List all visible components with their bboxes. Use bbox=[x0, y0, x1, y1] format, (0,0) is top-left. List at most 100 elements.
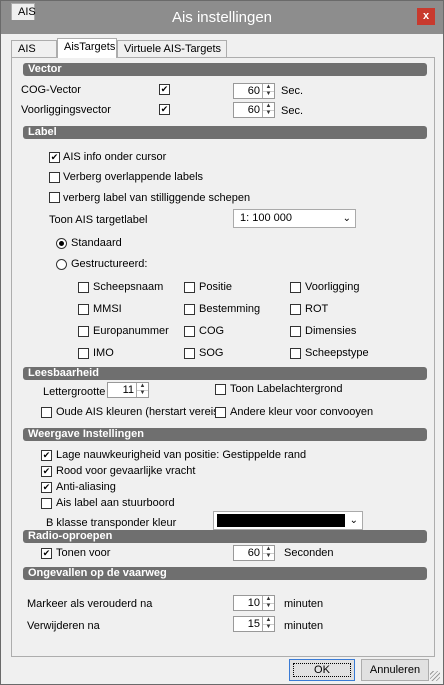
section-leesbaarheid: Leesbaarheid bbox=[23, 367, 427, 380]
field-label: Bestemming bbox=[199, 303, 261, 315]
field-label: Europanummer bbox=[93, 325, 169, 337]
verwijderen-unit: minuten bbox=[284, 620, 324, 632]
tonen-voor-stepper[interactable]: 60 ▲ ▼ bbox=[233, 545, 275, 561]
spin-down-icon[interactable]: ▼ bbox=[263, 624, 274, 631]
spin-down-icon[interactable]: ▼ bbox=[137, 390, 148, 397]
verberg-overlap-checkbox[interactable] bbox=[49, 172, 60, 183]
field-checkbox[interactable] bbox=[290, 348, 301, 359]
lettergrootte-value: 11 bbox=[122, 384, 134, 396]
toon-labelachtergrond-checkbox[interactable] bbox=[215, 384, 226, 395]
spin-down-icon[interactable]: ▼ bbox=[263, 110, 274, 117]
cancel-button[interactable]: Annuleren bbox=[361, 659, 429, 681]
markeer-stepper[interactable]: 10 ▲ ▼ bbox=[233, 595, 275, 611]
chevron-down-icon: ⌄ bbox=[349, 515, 358, 526]
field-label: Voorligging bbox=[305, 281, 360, 293]
field-checkbox[interactable] bbox=[78, 304, 89, 315]
field-checkbox[interactable] bbox=[184, 304, 195, 315]
verwijderen-label: Verwijderen na bbox=[27, 620, 100, 632]
tonen-voor-checkbox[interactable] bbox=[41, 548, 52, 559]
weergave-checkbox[interactable] bbox=[41, 466, 52, 477]
ais-info-checkbox[interactable] bbox=[49, 152, 60, 163]
field-label: MMSI bbox=[93, 303, 122, 315]
markeer-value: 10 bbox=[247, 597, 260, 609]
weergave-label: Lage nauwkeurigheid van positie: Gestipp… bbox=[56, 449, 307, 461]
weergave-label: Ais label aan stuurboord bbox=[56, 497, 175, 509]
section-vector: Vector bbox=[23, 63, 427, 76]
cog-vector-value: 60 bbox=[247, 85, 260, 97]
voorligging-vector-label: Voorliggingsvector bbox=[21, 104, 111, 116]
voorligging-vector-checkbox[interactable] bbox=[159, 104, 170, 115]
field-label: ROT bbox=[305, 303, 329, 315]
field-checkbox[interactable] bbox=[78, 348, 89, 359]
field-checkbox[interactable] bbox=[290, 304, 301, 315]
field-label: Dimensies bbox=[305, 325, 357, 337]
voorligging-vector-stepper[interactable]: 60 ▲ ▼ bbox=[233, 102, 275, 118]
field-checkbox[interactable] bbox=[290, 282, 301, 293]
tab-ais-bg[interactable]: AIS bbox=[11, 40, 57, 57]
cog-vector-stepper[interactable]: 60 ▲ ▼ bbox=[233, 83, 275, 99]
weergave-label: Anti-aliasing bbox=[56, 481, 116, 493]
ais-info-label: AIS info onder cursor bbox=[63, 151, 167, 163]
field-checkbox[interactable] bbox=[290, 326, 301, 337]
section-label: Label bbox=[23, 126, 427, 139]
lettergrootte-stepper[interactable]: 11 ▲ ▼ bbox=[107, 382, 149, 398]
voorligging-vector-value: 60 bbox=[247, 104, 260, 116]
gestructureerd-radio[interactable] bbox=[56, 259, 67, 270]
tonen-voor-label: Tonen voor bbox=[56, 547, 111, 559]
section-weergave: Weergave Instellingen bbox=[23, 428, 427, 441]
title-bar: Ais instellingen x bbox=[1, 1, 443, 34]
field-checkbox[interactable] bbox=[184, 282, 195, 293]
field-checkbox[interactable] bbox=[184, 348, 195, 359]
tab-aistargets[interactable]: AisTargets bbox=[57, 38, 117, 58]
spin-down-icon[interactable]: ▼ bbox=[263, 91, 274, 98]
close-button[interactable]: x bbox=[417, 8, 435, 25]
chevron-down-icon: ⌄ bbox=[342, 213, 351, 224]
cog-vector-unit: Sec. bbox=[281, 85, 304, 97]
weergave-checkbox[interactable] bbox=[41, 482, 52, 493]
field-label: COG bbox=[199, 325, 225, 337]
markeer-unit: minuten bbox=[284, 598, 324, 610]
field-checkbox[interactable] bbox=[78, 326, 89, 337]
b-klasse-label: B klasse transponder kleur bbox=[46, 517, 177, 529]
spin-down-icon[interactable]: ▼ bbox=[263, 553, 274, 560]
field-label: IMO bbox=[93, 347, 114, 359]
andere-kleur-label: Andere kleur voor convooyen bbox=[230, 406, 374, 418]
b-klasse-color-dropdown[interactable]: ⌄ bbox=[213, 511, 363, 530]
ok-button-label: OK bbox=[293, 663, 351, 677]
verberg-stil-label: verberg label van stilliggende schepen bbox=[63, 192, 251, 204]
standaard-radio[interactable] bbox=[56, 238, 67, 249]
tonen-voor-unit: Seconden bbox=[284, 547, 334, 559]
weergave-checkbox[interactable] bbox=[41, 450, 52, 461]
oude-kleuren-label: Oude AIS kleuren (herstart vereist) bbox=[56, 406, 226, 418]
voorligging-vector-unit: Sec. bbox=[281, 105, 304, 117]
verwijderen-stepper[interactable]: 15 ▲ ▼ bbox=[233, 616, 275, 632]
field-label: Scheepsnaam bbox=[93, 281, 164, 293]
weergave-checkbox[interactable] bbox=[41, 498, 52, 509]
field-checkbox[interactable] bbox=[184, 326, 195, 337]
standaard-label: Standaard bbox=[71, 237, 122, 249]
cog-vector-checkbox[interactable] bbox=[159, 84, 170, 95]
resize-grip[interactable] bbox=[430, 671, 440, 681]
verberg-stil-checkbox[interactable] bbox=[49, 192, 60, 203]
andere-kleur-checkbox[interactable] bbox=[215, 407, 226, 418]
gestructureerd-label: Gestructureerd: bbox=[71, 258, 148, 270]
field-label: Positie bbox=[199, 281, 233, 293]
color-swatch bbox=[217, 514, 345, 527]
scale-dropdown-value: 1: 100 000 bbox=[240, 212, 292, 224]
verwijderen-value: 15 bbox=[247, 618, 260, 630]
oude-kleuren-checkbox[interactable] bbox=[41, 407, 52, 418]
spin-down-icon[interactable]: ▼ bbox=[263, 603, 274, 610]
field-label: SOG bbox=[199, 347, 224, 359]
field-label: Scheepstype bbox=[305, 347, 369, 359]
toon-targetlabel-label: Toon AIS targetlabel bbox=[49, 214, 148, 226]
markeer-label: Markeer als verouderd na bbox=[27, 598, 153, 610]
scale-dropdown[interactable]: 1: 100 000 ⌄ bbox=[233, 209, 356, 228]
section-radio-oproepen: Radio-oproepen bbox=[23, 530, 427, 543]
verberg-overlap-label: Verberg overlappende labels bbox=[63, 171, 204, 183]
tab-ais[interactable]: AIS bbox=[11, 3, 36, 20]
weergave-label: Rood voor gevaarlijke vracht bbox=[56, 465, 196, 477]
tab-virtuele-ais-targets[interactable]: Virtuele AIS-Targets bbox=[117, 40, 227, 57]
tonen-voor-value: 60 bbox=[247, 547, 260, 559]
ok-button[interactable]: OK bbox=[289, 659, 355, 681]
field-checkbox[interactable] bbox=[78, 282, 89, 293]
